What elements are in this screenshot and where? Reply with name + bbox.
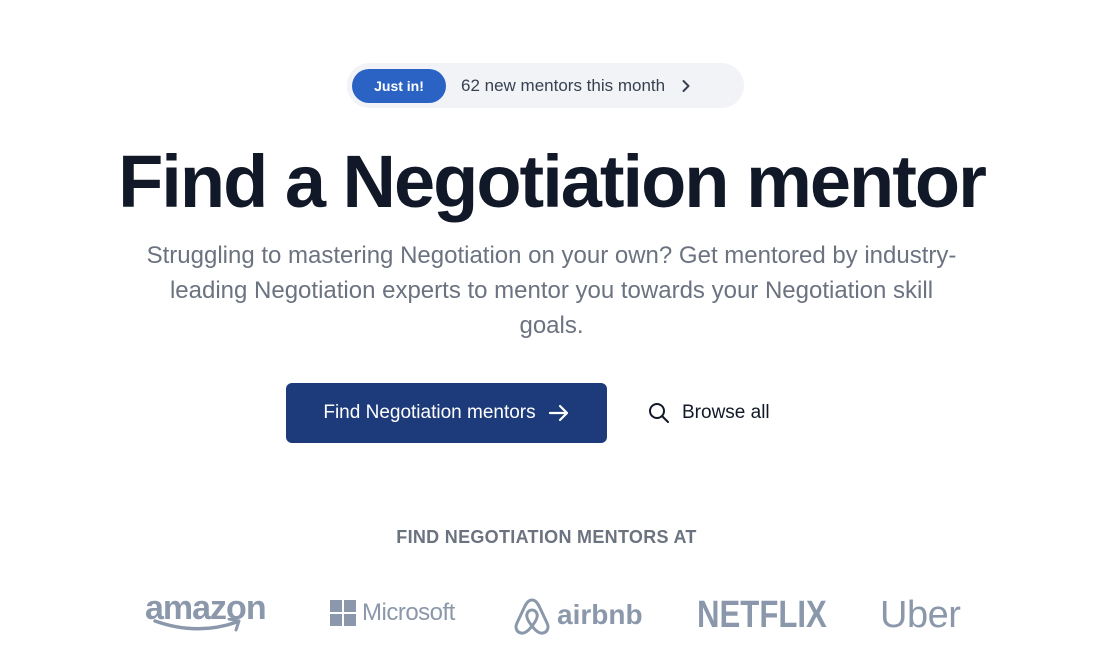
browse-all-label: Browse all (682, 402, 770, 423)
find-mentors-button[interactable]: Find Negotiation mentors (286, 383, 607, 443)
page-title: Find a Negotiation mentor (118, 140, 987, 223)
microsoft-logo: Microsoft (330, 598, 455, 628)
netflix-wordmark: NETFLIX (697, 593, 827, 636)
airbnb-logo: airbnb (513, 594, 643, 636)
amazon-smile-icon (153, 618, 241, 632)
arrow-right-icon (548, 403, 570, 423)
netflix-logo: NETFLIX (697, 593, 855, 636)
announcement-pill[interactable]: Just in! 62 new mentors this month (347, 63, 744, 108)
announcement-text: 62 new mentors this month (461, 75, 666, 95)
companies-heading: FIND NEGOTIATION MENTORS AT (396, 527, 697, 547)
browse-all-link[interactable]: Browse all (648, 398, 770, 428)
uber-logo: Uber (880, 593, 961, 636)
uber-wordmark: Uber (880, 593, 961, 636)
amazon-logo: amazon (145, 590, 273, 638)
just-in-badge: Just in! (352, 68, 446, 103)
chevron-right-icon (679, 79, 693, 93)
microsoft-grid-icon (330, 600, 356, 626)
hero-subtitle: Struggling to mastering Negotiation on y… (146, 242, 957, 339)
search-icon (648, 402, 670, 424)
airbnb-wordmark: airbnb (557, 599, 643, 630)
airbnb-belo-icon (514, 598, 550, 635)
page: Just in! 62 new mentors this month Find … (0, 0, 1103, 668)
microsoft-wordmark: Microsoft (362, 599, 455, 626)
find-mentors-button-label: Find Negotiation mentors (323, 402, 536, 423)
